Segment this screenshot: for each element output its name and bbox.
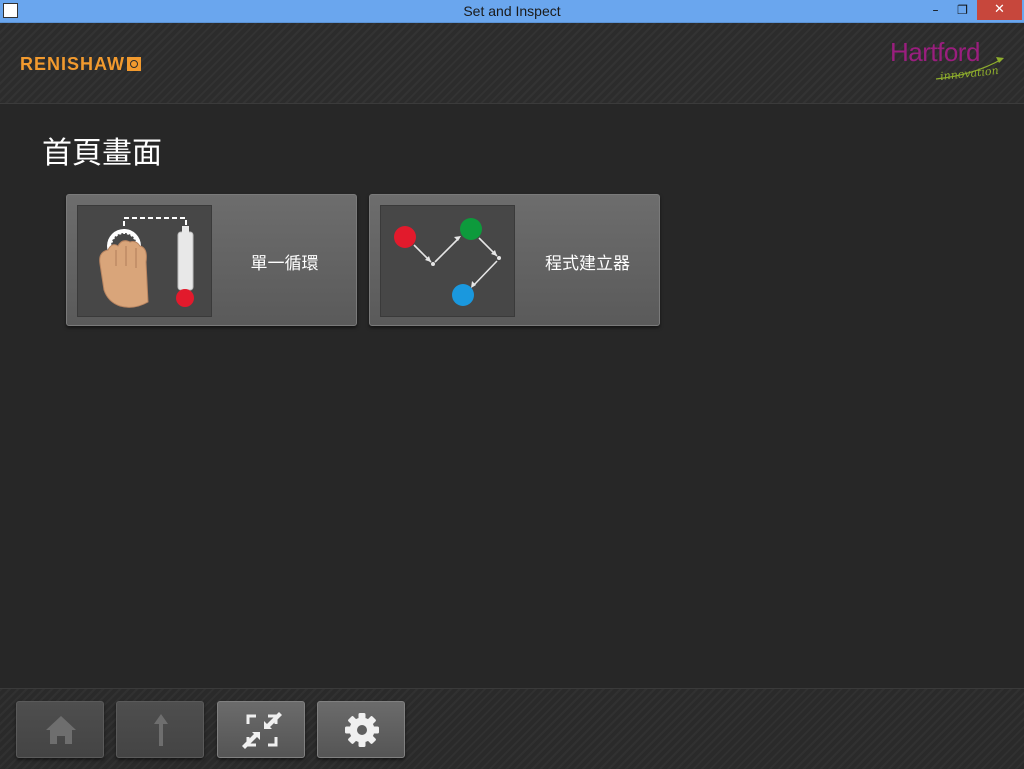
maximize-button[interactable]: ❐ <box>949 0 976 20</box>
up-button[interactable] <box>116 701 204 758</box>
arrow-up-icon <box>154 714 168 746</box>
close-button[interactable]: ✕ <box>977 0 1022 20</box>
program-builder-tile[interactable]: 程式建立器 <box>369 194 660 326</box>
hartford-swoosh-icon <box>935 57 1004 80</box>
single-cycle-label: 單一循環 <box>250 254 319 274</box>
app-header: RENISHAW Hartford innovation <box>0 23 1024 104</box>
renishaw-mark-icon <box>127 57 142 71</box>
shrink-icon <box>242 712 282 749</box>
program-path-icon <box>380 205 515 317</box>
hand-probe-icon <box>77 205 212 317</box>
hartford-logo: Hartford innovation <box>884 37 1014 89</box>
shrink-button[interactable] <box>217 701 305 758</box>
single-cycle-tile[interactable]: 單一循環 <box>66 194 357 326</box>
page-title: 首頁畫面 <box>42 136 162 171</box>
bottom-toolbar <box>0 688 1024 769</box>
home-button[interactable] <box>16 701 104 758</box>
renishaw-logo-text: RENISHAW <box>20 54 126 74</box>
window-title: Set and Inspect <box>463 3 561 19</box>
window-titlebar: Set and Inspect – ❐ ✕ <box>0 0 1024 23</box>
minimize-button[interactable]: – <box>922 0 949 20</box>
gear-icon <box>345 713 379 747</box>
home-icon <box>46 716 76 744</box>
settings-button[interactable] <box>317 701 405 758</box>
program-builder-label: 程式建立器 <box>545 254 630 274</box>
renishaw-logo: RENISHAW <box>20 54 142 75</box>
